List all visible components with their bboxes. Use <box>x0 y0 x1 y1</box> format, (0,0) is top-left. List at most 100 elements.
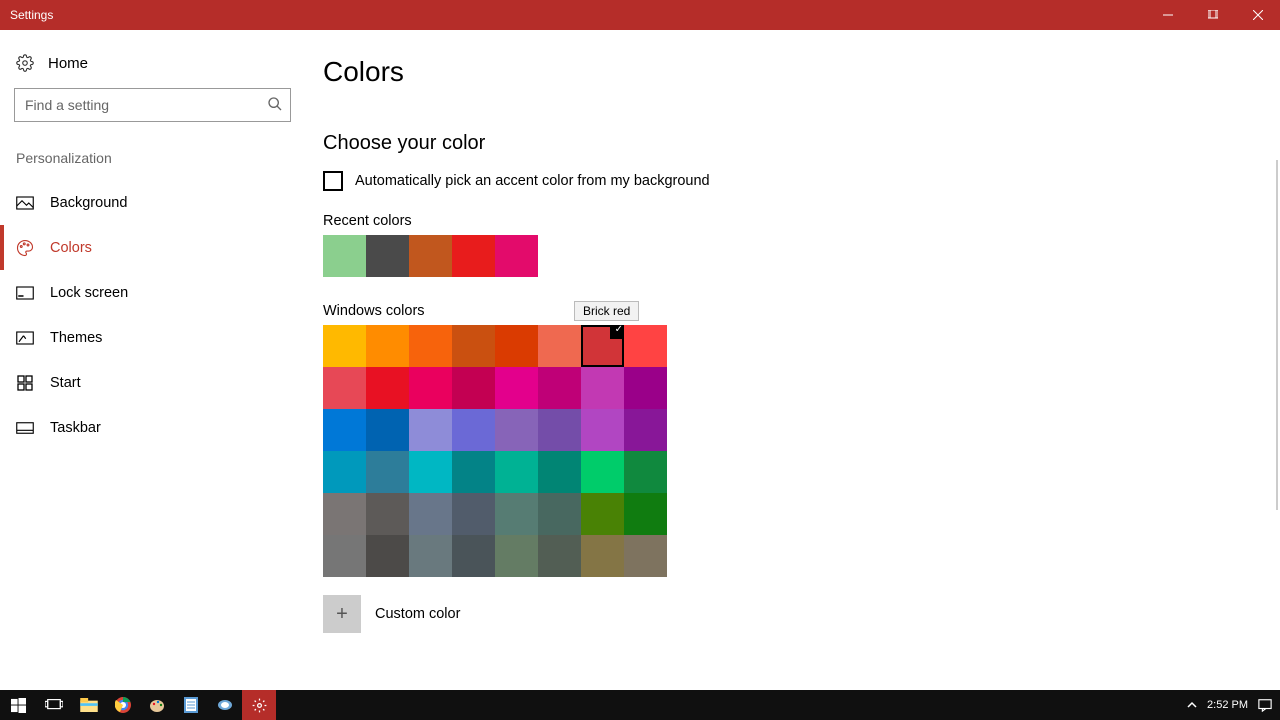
recent-color-swatch[interactable] <box>409 235 452 277</box>
search-icon <box>267 96 283 112</box>
windows-color-swatch[interactable] <box>538 409 581 451</box>
tray-clock[interactable]: 2:52 PM <box>1207 699 1248 711</box>
windows-color-swatch[interactable] <box>538 367 581 409</box>
windows-color-swatch[interactable] <box>581 493 624 535</box>
titlebar: Settings <box>0 0 1280 30</box>
custom-color-label: Custom color <box>375 606 460 622</box>
windows-color-swatch[interactable] <box>495 535 538 577</box>
sidebar-item-label: Background <box>50 195 127 211</box>
search-wrap <box>14 88 291 122</box>
windows-colors-label: Windows colors <box>323 303 1280 319</box>
custom-color-button[interactable]: + <box>323 595 361 633</box>
windows-color-swatch[interactable] <box>452 367 495 409</box>
windows-color-swatch[interactable] <box>538 493 581 535</box>
sidebar-item-label: Taskbar <box>50 420 101 436</box>
windows-color-swatch[interactable] <box>366 535 409 577</box>
taskbar-icon <box>16 419 34 437</box>
sidebar-item-colors[interactable]: Colors <box>14 225 291 270</box>
sidebar-item-start[interactable]: Start <box>14 360 291 405</box>
plus-icon: + <box>336 603 348 626</box>
sidebar-nav: Background Colors Lock screen Themes <box>14 180 291 450</box>
minimize-button[interactable] <box>1145 0 1190 30</box>
windows-color-swatch[interactable] <box>624 325 667 367</box>
windows-color-swatch[interactable] <box>581 367 624 409</box>
windows-color-swatch[interactable] <box>624 493 667 535</box>
windows-color-swatch[interactable] <box>495 451 538 493</box>
windows-color-swatch[interactable] <box>452 409 495 451</box>
taskbar-app-generic[interactable] <box>208 690 242 720</box>
recent-color-swatch[interactable] <box>323 235 366 277</box>
windows-color-swatch[interactable] <box>409 325 452 367</box>
windows-color-swatch[interactable] <box>538 451 581 493</box>
sidebar-item-background[interactable]: Background <box>14 180 291 225</box>
sidebar: Home Personalization Background Colors <box>0 30 305 690</box>
windows-color-swatch[interactable] <box>452 535 495 577</box>
taskbar-app-paint[interactable] <box>140 690 174 720</box>
windows-color-swatch[interactable] <box>495 367 538 409</box>
themes-icon <box>16 329 34 347</box>
sidebar-section-label: Personalization <box>14 150 291 166</box>
auto-accent-label: Automatically pick an accent color from … <box>355 173 710 189</box>
tray-chevron-icon[interactable] <box>1187 701 1197 709</box>
windows-color-swatch[interactable] <box>323 409 366 451</box>
windows-color-swatch[interactable] <box>323 325 366 367</box>
windows-color-swatch[interactable] <box>323 493 366 535</box>
windows-color-swatch[interactable] <box>452 325 495 367</box>
taskbar-app-settings[interactable] <box>242 690 276 720</box>
start-button[interactable] <box>0 690 36 720</box>
windows-color-swatch[interactable]: ✓ <box>581 325 624 367</box>
scrollbar[interactable] <box>1276 160 1278 510</box>
windows-color-swatch[interactable] <box>624 451 667 493</box>
windows-color-swatch[interactable] <box>409 451 452 493</box>
search-input[interactable] <box>14 88 291 122</box>
recent-color-swatch[interactable] <box>452 235 495 277</box>
windows-color-swatch[interactable] <box>581 451 624 493</box>
recent-color-swatch[interactable] <box>366 235 409 277</box>
windows-color-swatch[interactable] <box>409 493 452 535</box>
task-view-button[interactable] <box>36 690 72 720</box>
windows-colors-grid: ✓ <box>323 325 667 577</box>
windows-color-swatch[interactable] <box>538 535 581 577</box>
windows-color-swatch[interactable] <box>581 409 624 451</box>
sidebar-item-taskbar[interactable]: Taskbar <box>14 405 291 450</box>
windows-color-swatch[interactable] <box>452 493 495 535</box>
page-title: Colors <box>323 56 1280 88</box>
windows-color-swatch[interactable] <box>323 535 366 577</box>
recent-color-swatch[interactable] <box>495 235 538 277</box>
windows-color-swatch[interactable] <box>323 451 366 493</box>
windows-color-swatch[interactable] <box>366 409 409 451</box>
windows-color-swatch[interactable] <box>624 409 667 451</box>
close-button[interactable] <box>1235 0 1280 30</box>
taskbar: 2:52 PM <box>0 690 1280 720</box>
windows-color-swatch[interactable] <box>366 451 409 493</box>
windows-color-swatch[interactable] <box>624 535 667 577</box>
choose-color-heading: Choose your color <box>323 132 1280 155</box>
auto-accent-checkbox[interactable]: Automatically pick an accent color from … <box>323 171 1280 191</box>
windows-color-swatch[interactable] <box>409 409 452 451</box>
windows-color-swatch[interactable] <box>409 535 452 577</box>
sidebar-item-label: Themes <box>50 330 102 346</box>
windows-color-swatch[interactable] <box>366 493 409 535</box>
taskbar-app-explorer[interactable] <box>72 690 106 720</box>
windows-color-swatch[interactable] <box>452 451 495 493</box>
windows-colors-wrap: Brick red ✓ <box>323 325 667 577</box>
windows-color-swatch[interactable] <box>366 325 409 367</box>
windows-color-swatch[interactable] <box>495 325 538 367</box>
taskbar-app-chrome[interactable] <box>106 690 140 720</box>
windows-color-swatch[interactable] <box>366 367 409 409</box>
color-tooltip: Brick red <box>574 301 639 321</box>
action-center-icon[interactable] <box>1258 698 1272 712</box>
windows-color-swatch[interactable] <box>624 367 667 409</box>
windows-color-swatch[interactable] <box>495 493 538 535</box>
home-label: Home <box>48 55 88 72</box>
maximize-button[interactable] <box>1190 0 1235 30</box>
sidebar-item-lock-screen[interactable]: Lock screen <box>14 270 291 315</box>
windows-color-swatch[interactable] <box>538 325 581 367</box>
sidebar-item-themes[interactable]: Themes <box>14 315 291 360</box>
taskbar-app-notepad[interactable] <box>174 690 208 720</box>
windows-color-swatch[interactable] <box>495 409 538 451</box>
home-button[interactable]: Home <box>14 48 291 82</box>
windows-color-swatch[interactable] <box>409 367 452 409</box>
windows-color-swatch[interactable] <box>581 535 624 577</box>
windows-color-swatch[interactable] <box>323 367 366 409</box>
